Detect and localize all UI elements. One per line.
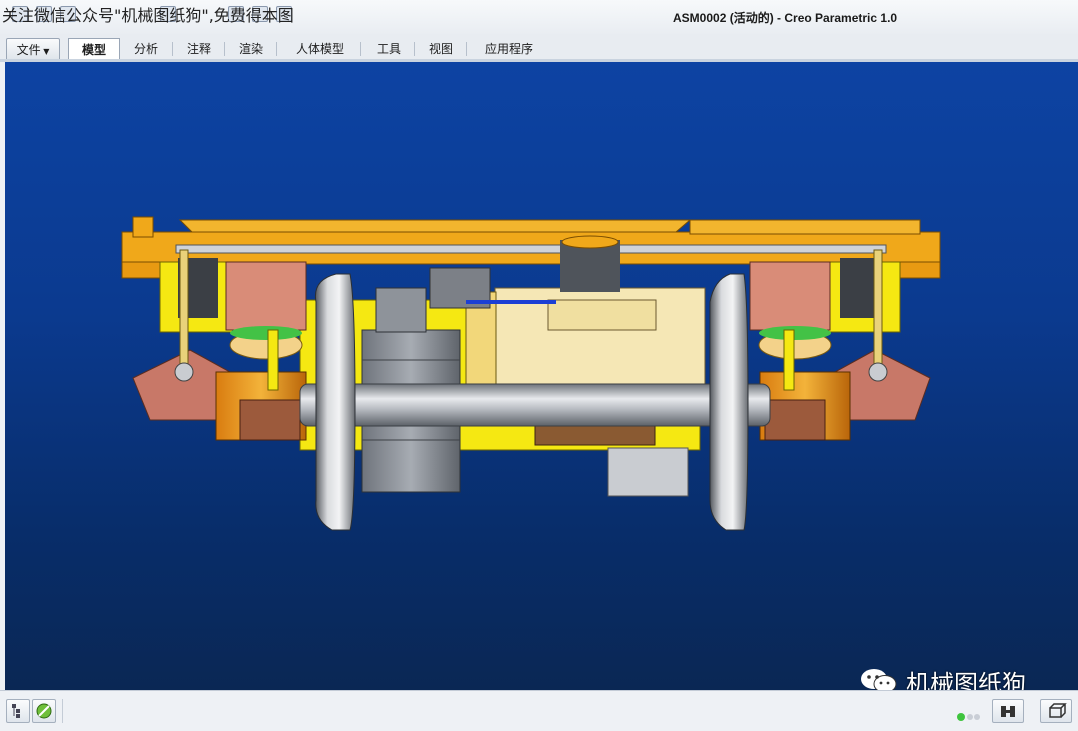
tab-separator	[172, 42, 173, 56]
title-bar: 关注微信公众号"机械图纸狗",免费得本图 ASM0002 (活动的) - Cre…	[0, 0, 1078, 34]
tab-applications[interactable]: 应用程序	[472, 38, 546, 60]
tab-separator	[276, 42, 277, 56]
status-separator	[62, 699, 63, 723]
tab-separator	[466, 42, 467, 56]
file-menu-label: 文件	[16, 43, 41, 57]
tab-separator	[414, 42, 415, 56]
tab-model[interactable]: 模型	[68, 38, 120, 61]
find-icon[interactable]	[992, 699, 1024, 723]
window-title: ASM0002 (活动的) - Creo Parametric 1.0	[673, 11, 898, 25]
tab-separator	[360, 42, 361, 56]
gearbox	[429, 235, 706, 497]
tab-analysis[interactable]: 分析	[122, 38, 170, 60]
chevron-down-icon: ▼	[40, 47, 50, 56]
watermark-text: 关注微信公众号"机械图纸狗",免费得本图	[2, 6, 294, 25]
status-light-icon	[956, 707, 982, 726]
model-tree-icon[interactable]	[6, 699, 30, 723]
tab-separator	[224, 42, 225, 56]
ribbon-tabs: 文件 ▼ 模型 分析 注释 渲染 人体模型 工具 视图 应用程序	[0, 34, 1078, 62]
tie-rod	[175, 244, 887, 254]
3d-box-icon[interactable]	[1040, 699, 1072, 723]
status-bar	[0, 690, 1078, 731]
bogie-3d-model[interactable]	[5, 62, 1078, 690]
tab-view[interactable]: 视图	[418, 38, 464, 60]
wheel-axle	[299, 383, 771, 427]
tab-annotate[interactable]: 注释	[176, 38, 222, 60]
tab-render[interactable]: 渲染	[228, 38, 274, 60]
tab-manikin[interactable]: 人体模型	[282, 38, 358, 60]
graphics-window[interactable]	[5, 62, 1078, 690]
layer-icon[interactable]	[32, 699, 56, 723]
tab-tools[interactable]: 工具	[366, 38, 412, 60]
